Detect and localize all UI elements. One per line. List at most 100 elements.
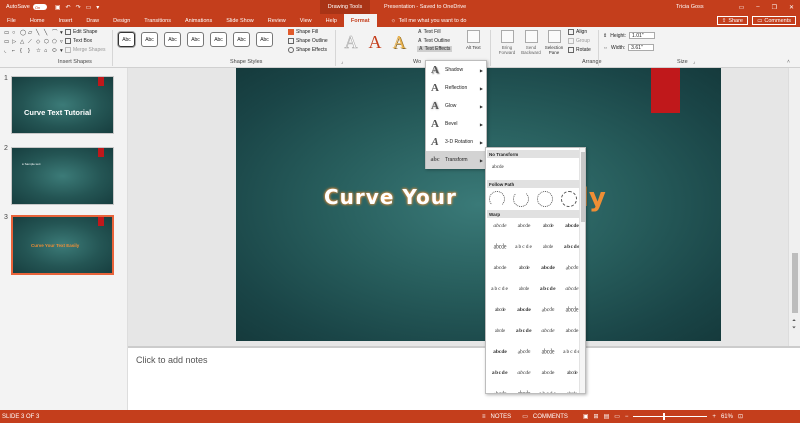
warp-option[interactable]: abcde (514, 263, 534, 273)
prev-slide-icon[interactable]: ⏶ (788, 318, 800, 325)
shape-option[interactable]: ▭ (4, 30, 11, 38)
shape-option[interactable]: ◯ (20, 30, 27, 38)
notes-toggle[interactable]: NOTES (491, 414, 512, 420)
warp-option[interactable]: abcde (538, 304, 558, 315)
shape-option[interactable]: ⬠ (52, 39, 59, 47)
warp-option[interactable]: abcde (492, 326, 508, 336)
bring-forward-button[interactable]: Bring Forward (496, 30, 518, 55)
warp-option[interactable]: abcde (514, 326, 534, 336)
normal-view-icon[interactable]: ▣ (583, 413, 589, 420)
shape-style-3[interactable]: Abc (164, 32, 181, 47)
shape-option[interactable]: ▭ (4, 39, 11, 47)
send-backward-button[interactable]: Send Backward (520, 30, 542, 55)
tab-draw[interactable]: Draw (79, 14, 106, 27)
warp-option[interactable]: abcde (516, 284, 532, 294)
tab-format[interactable]: Format (343, 14, 377, 27)
text-effects-button[interactable]: A Text Effects (417, 46, 453, 52)
autosave-toggle[interactable]: On (32, 4, 47, 10)
warp-option[interactable]: abcde (514, 221, 534, 231)
slide-wordart-text[interactable]: Curve Your (324, 185, 457, 209)
shape-style-7[interactable]: Abc (256, 32, 273, 47)
present-icon[interactable]: ▭ (86, 4, 92, 11)
gallery-scrollbar[interactable] (579, 148, 585, 393)
shape-option[interactable]: ⬡ (44, 39, 51, 47)
comments-toggle[interactable]: COMMENTS (533, 414, 568, 420)
warp-option[interactable]: abcde (490, 388, 510, 393)
merge-shapes-button[interactable]: Merge Shapes (65, 47, 106, 53)
menu-item-bevel[interactable]: A Bevel ▶ (426, 115, 486, 133)
shape-style-1[interactable]: Abc (118, 32, 135, 47)
group-button[interactable]: Group (568, 38, 590, 44)
alt-text-button[interactable]: Alt Text (466, 30, 481, 50)
shape-option[interactable]: ◟ (4, 48, 11, 56)
next-slide-icon[interactable]: ⏷ (788, 325, 800, 332)
shape-style-4[interactable]: Abc (187, 32, 204, 47)
shape-option[interactable]: { (20, 48, 27, 56)
shape-option[interactable]: ⌐ (12, 48, 19, 56)
warp-option[interactable]: abcde (538, 368, 558, 378)
shape-option[interactable]: } (28, 48, 35, 56)
shape-option[interactable]: ⌒ (52, 30, 59, 38)
warp-option[interactable]: abcde (514, 346, 534, 357)
warp-option[interactable]: abcde (514, 368, 534, 378)
ribbon-display-icon[interactable]: ▭ (739, 4, 745, 11)
warp-option[interactable]: abcde (490, 284, 510, 294)
follow-path-arch-down[interactable] (513, 191, 529, 207)
shape-option[interactable]: ⌂ (44, 48, 51, 56)
tell-me-box[interactable]: ☼ Tell me what you want to do (391, 18, 467, 24)
shape-option[interactable]: ╲ (44, 30, 51, 38)
text-box-button[interactable]: Text Box (65, 38, 92, 44)
shapes-gallery[interactable]: ▭ ○ ◯ ▱ ╲ ╲ ⌒ ▾ ▭ ▷ △ ⟋ ◇ ⬡ ⬠ ▿ ◟ ⌐{} ☆ ⌂ ⬭ ▾ (4, 30, 63, 56)
tab-slide-show[interactable]: Slide Show (219, 14, 261, 27)
shape-option[interactable]: △ (20, 39, 27, 47)
warp-option[interactable]: abcde (490, 240, 510, 254)
warp-option[interactable]: abcde (538, 389, 558, 393)
slide-thumbnail-2[interactable]: ● Sample text (11, 147, 114, 205)
text-fill-button[interactable]: A Text Fill (418, 29, 441, 35)
warp-option[interactable]: abcde (538, 345, 558, 359)
warp-option[interactable]: abcde (490, 368, 510, 378)
restore-button[interactable]: ❐ (772, 4, 777, 11)
shape-option[interactable]: ⟋ (28, 39, 35, 47)
shape-option[interactable]: ◇ (36, 39, 43, 47)
tab-home[interactable]: Home (23, 14, 52, 27)
minimize-button[interactable]: – (756, 4, 759, 10)
warp-option[interactable]: abcde (490, 305, 510, 315)
text-outline-button[interactable]: A Text Outline (418, 38, 450, 44)
wordart-style-1[interactable]: A (340, 30, 362, 54)
follow-path-button[interactable] (561, 191, 577, 207)
warp-option[interactable]: abcde (564, 389, 580, 393)
share-button[interactable]: ⇪ Share (716, 16, 748, 25)
tab-design[interactable]: Design (106, 14, 137, 27)
warp-option[interactable]: abcde (514, 242, 534, 252)
no-transform-option[interactable]: abcde (492, 165, 504, 170)
slide-thumbnail-1[interactable]: Curve Text Tutorial (11, 76, 114, 134)
warp-option[interactable]: abcde (540, 242, 556, 252)
warp-option[interactable]: abcde (538, 326, 558, 336)
gallery-scrollbar-thumb[interactable] (581, 152, 585, 222)
menu-item-reflection[interactable]: A Reflection ▶ (426, 79, 486, 97)
warp-option[interactable]: abcde (538, 263, 558, 273)
size-launcher[interactable]: ⌟ (693, 59, 695, 65)
shape-effects-button[interactable]: Shape Effects (288, 47, 327, 53)
collapse-ribbon-icon[interactable]: ˄ (787, 59, 790, 65)
tab-review[interactable]: Review (261, 14, 293, 27)
rotate-button[interactable]: Rotate (568, 47, 591, 53)
wordart-style-2[interactable]: A (364, 30, 386, 54)
tab-view[interactable]: View (293, 14, 319, 27)
fit-slide-icon[interactable]: ⊡ (738, 413, 743, 420)
scrollbar-thumb[interactable] (792, 253, 798, 313)
zoom-out-icon[interactable]: − (625, 414, 629, 420)
shape-option[interactable]: ☆ (36, 48, 43, 56)
vertical-scrollbar[interactable] (788, 68, 800, 346)
menu-item-transform[interactable]: abc Transform ▶ (426, 151, 486, 169)
shape-style-2[interactable]: Abc (141, 32, 158, 47)
warp-option[interactable]: abcde (490, 347, 510, 357)
undo-icon[interactable]: ↶ (66, 4, 71, 11)
height-input[interactable]: 1.01" (629, 32, 656, 39)
tab-help[interactable]: Help (319, 14, 344, 27)
edit-shape-button[interactable]: Edit Shape (65, 29, 97, 35)
zoom-level[interactable]: 61% (721, 414, 733, 420)
menu-item-3d-rotation[interactable]: A 3-D Rotation ▶ (426, 133, 486, 151)
tab-file[interactable]: File (0, 14, 23, 27)
